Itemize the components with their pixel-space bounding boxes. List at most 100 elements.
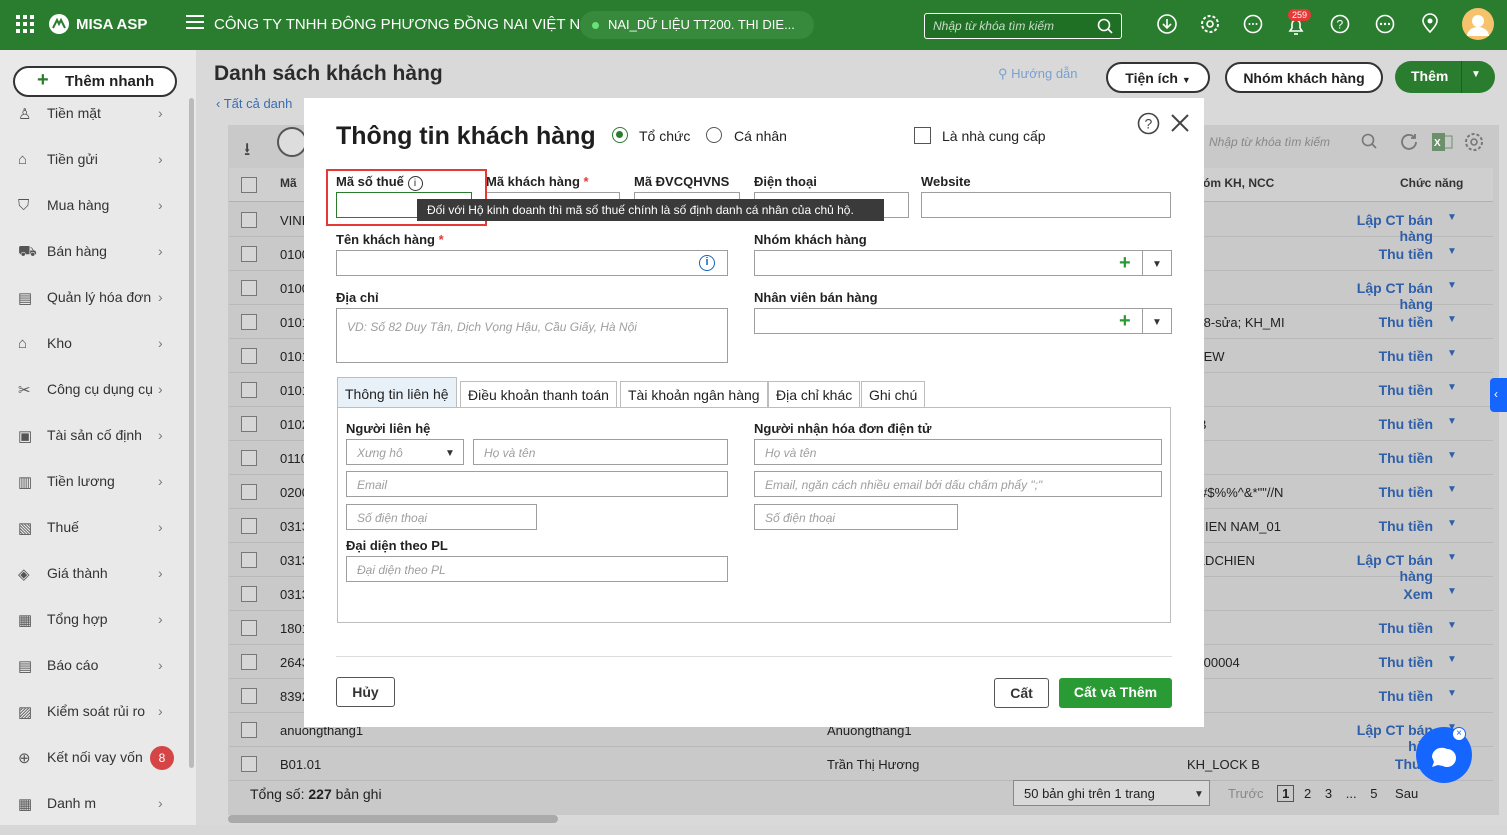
row-checkbox[interactable] bbox=[241, 722, 257, 738]
einvoice-email-input[interactable]: Email, ngăn cách nhiều email bởi dấu chấ… bbox=[754, 471, 1162, 497]
sidebar-item[interactable]: ▤ Báo cáo › bbox=[0, 657, 188, 697]
quick-add-button[interactable]: + Thêm nhanh bbox=[13, 66, 177, 97]
column-header-code[interactable]: Mã bbox=[280, 176, 297, 190]
sidebar-item[interactable]: ✂ Công cụ dụng cụ › bbox=[0, 381, 188, 421]
row-action-link[interactable]: Thu tiền bbox=[1329, 688, 1433, 704]
location-icon[interactable] bbox=[1420, 12, 1440, 38]
row-checkbox[interactable] bbox=[241, 382, 257, 398]
page-2-button[interactable]: 2 bbox=[1304, 786, 1311, 801]
help-icon[interactable]: ? bbox=[1330, 14, 1350, 38]
caret-down-icon[interactable]: ▼ bbox=[1447, 212, 1457, 223]
settings-gear-icon[interactable] bbox=[1464, 132, 1484, 155]
more-icon[interactable] bbox=[1375, 14, 1395, 38]
row-checkbox[interactable] bbox=[241, 654, 257, 670]
tab-notes[interactable]: Ghi chú bbox=[861, 381, 926, 408]
row-checkbox[interactable] bbox=[241, 314, 257, 330]
row-action-link[interactable]: Thu tiền bbox=[1329, 348, 1433, 364]
row-checkbox[interactable] bbox=[241, 246, 257, 262]
customer-name-input[interactable] bbox=[336, 250, 728, 276]
row-checkbox[interactable] bbox=[241, 212, 257, 228]
search-icon[interactable] bbox=[1097, 18, 1113, 34]
breadcrumb[interactable]: ‹ Tất cả danh bbox=[216, 96, 292, 111]
customer-group-select[interactable] bbox=[754, 250, 1172, 276]
global-search[interactable] bbox=[924, 13, 1122, 39]
company-name[interactable]: CÔNG TY TNHH ĐÔNG PHƯƠNG ĐỒNG NAI VIỆT N… bbox=[214, 16, 593, 33]
select-all-checkbox[interactable] bbox=[241, 177, 257, 193]
menu-icon[interactable] bbox=[186, 14, 204, 34]
caret-down-icon[interactable]: ▼ bbox=[1447, 382, 1457, 393]
tab-bank-accounts[interactable]: Tài khoản ngân hàng bbox=[620, 381, 768, 408]
caret-down-icon[interactable]: ▼ bbox=[1447, 314, 1457, 325]
caret-down-icon[interactable]: ▼ bbox=[1447, 654, 1457, 665]
einvoice-phone-input[interactable]: Số điện thoại bbox=[754, 504, 958, 530]
row-checkbox[interactable] bbox=[241, 552, 257, 568]
tab-other-addresses[interactable]: Địa chỉ khác bbox=[768, 381, 861, 408]
utilities-button[interactable]: Tiện ích ▼ bbox=[1106, 62, 1210, 93]
sidebar-item[interactable]: ▤ Quản lý hóa đơn › bbox=[0, 289, 188, 329]
search-icon[interactable] bbox=[1361, 133, 1377, 152]
sidebar-item[interactable]: ▧ Thuế › bbox=[0, 519, 188, 559]
settings-gear-icon[interactable] bbox=[1200, 14, 1220, 38]
row-action-link[interactable]: Thu tiền bbox=[1329, 450, 1433, 466]
caret-down-icon[interactable]: ▼ bbox=[1447, 518, 1457, 529]
global-search-input[interactable] bbox=[925, 14, 1085, 38]
row-action-link[interactable]: Thu tiền bbox=[1329, 246, 1433, 262]
contact-email-input[interactable]: Email bbox=[346, 471, 728, 497]
refresh-icon[interactable] bbox=[1399, 132, 1419, 155]
caret-down-icon[interactable]: ▼ bbox=[1447, 246, 1457, 257]
chat-bubble-icon[interactable] bbox=[1243, 14, 1263, 38]
sort-arrow-icon[interactable]: ⭳ bbox=[244, 137, 250, 167]
caret-down-icon[interactable]: ▼ bbox=[1447, 586, 1457, 597]
sidebar-item[interactable]: ⛟ Bán hàng › bbox=[0, 243, 188, 283]
prev-page-button[interactable]: Trước bbox=[1228, 786, 1264, 801]
address-input[interactable]: VD: Số 82 Duy Tân, Dịch Vọng Hậu, Cầu Gi… bbox=[336, 308, 728, 363]
row-checkbox[interactable] bbox=[241, 586, 257, 602]
guide-link[interactable]: ⚲ Hướng dẫn bbox=[998, 66, 1078, 82]
is-supplier-checkbox[interactable] bbox=[914, 127, 931, 144]
contact-fullname-input[interactable]: Họ và tên bbox=[473, 439, 728, 465]
contact-phone-input[interactable]: Số điện thoại bbox=[346, 504, 537, 530]
row-action-link[interactable]: Thu tiền bbox=[1329, 518, 1433, 534]
row-checkbox[interactable] bbox=[241, 280, 257, 296]
next-page-button[interactable]: Sau bbox=[1395, 786, 1418, 801]
row-action-link[interactable]: Xem bbox=[1329, 586, 1433, 602]
row-action-link[interactable]: Thu tiền bbox=[1329, 620, 1433, 636]
caret-down-icon[interactable]: ▼ bbox=[1447, 450, 1457, 461]
column-header-function[interactable]: Chức năng bbox=[1400, 176, 1463, 190]
caret-down-icon[interactable]: ▼ bbox=[1447, 552, 1457, 563]
sidebar-item[interactable]: ⌂ Tiền gửi › bbox=[0, 151, 188, 191]
avatar[interactable] bbox=[1462, 8, 1494, 44]
sidebar-item[interactable]: ▨ Kiểm soát rủi ro › bbox=[0, 703, 188, 743]
caret-down-icon[interactable]: ▼ bbox=[1447, 280, 1457, 291]
page-size-select[interactable]: 50 bản ghi trên 1 trang ▼ bbox=[1013, 780, 1210, 806]
website-input[interactable] bbox=[921, 192, 1171, 218]
row-checkbox[interactable] bbox=[241, 484, 257, 500]
caret-down-icon[interactable]: ▼ bbox=[1471, 69, 1481, 80]
sales-staff-select[interactable] bbox=[754, 308, 1172, 334]
organization-radio[interactable] bbox=[612, 127, 628, 143]
page-5-button[interactable]: 5 bbox=[1370, 786, 1377, 801]
row-action-link[interactable]: Thu tiền bbox=[1329, 654, 1433, 670]
apps-grid-icon[interactable] bbox=[16, 15, 34, 37]
row-checkbox[interactable] bbox=[241, 688, 257, 704]
column-header-group[interactable]: óm KH, NCC bbox=[1203, 176, 1274, 190]
sidebar-item[interactable]: ▦ Danh m › bbox=[0, 795, 188, 835]
page-3-button[interactable]: 3 bbox=[1325, 786, 1332, 801]
row-action-link[interactable]: Thu tiền bbox=[1329, 416, 1433, 432]
add-group-icon[interactable]: + bbox=[1119, 252, 1131, 275]
save-button[interactable]: Cất bbox=[994, 678, 1049, 708]
row-checkbox[interactable] bbox=[241, 620, 257, 636]
sidebar-item[interactable]: ▥ Tiền lương › bbox=[0, 473, 188, 513]
caret-down-icon[interactable]: ▼ bbox=[1447, 688, 1457, 699]
caret-down-icon[interactable]: ▼ bbox=[1447, 620, 1457, 631]
help-icon[interactable]: ? bbox=[1137, 112, 1160, 138]
sidebar-item[interactable]: ◈ Giá thành › bbox=[0, 565, 188, 605]
download-icon[interactable] bbox=[1157, 14, 1177, 38]
customer-group-button[interactable]: Nhóm khách hàng bbox=[1225, 62, 1383, 93]
sidebar-item[interactable]: ⊕ Kết nối vay vốn 8 bbox=[0, 746, 188, 789]
row-checkbox[interactable] bbox=[241, 450, 257, 466]
table-row[interactable]: B01.01Trần Thị HươngKH_LOCK BThu ti▼ bbox=[229, 747, 1493, 781]
row-action-link[interactable]: Thu tiền bbox=[1329, 314, 1433, 330]
caret-down-icon[interactable]: ▼ bbox=[1447, 348, 1457, 359]
caret-down-icon[interactable]: ▼ bbox=[1447, 416, 1457, 427]
